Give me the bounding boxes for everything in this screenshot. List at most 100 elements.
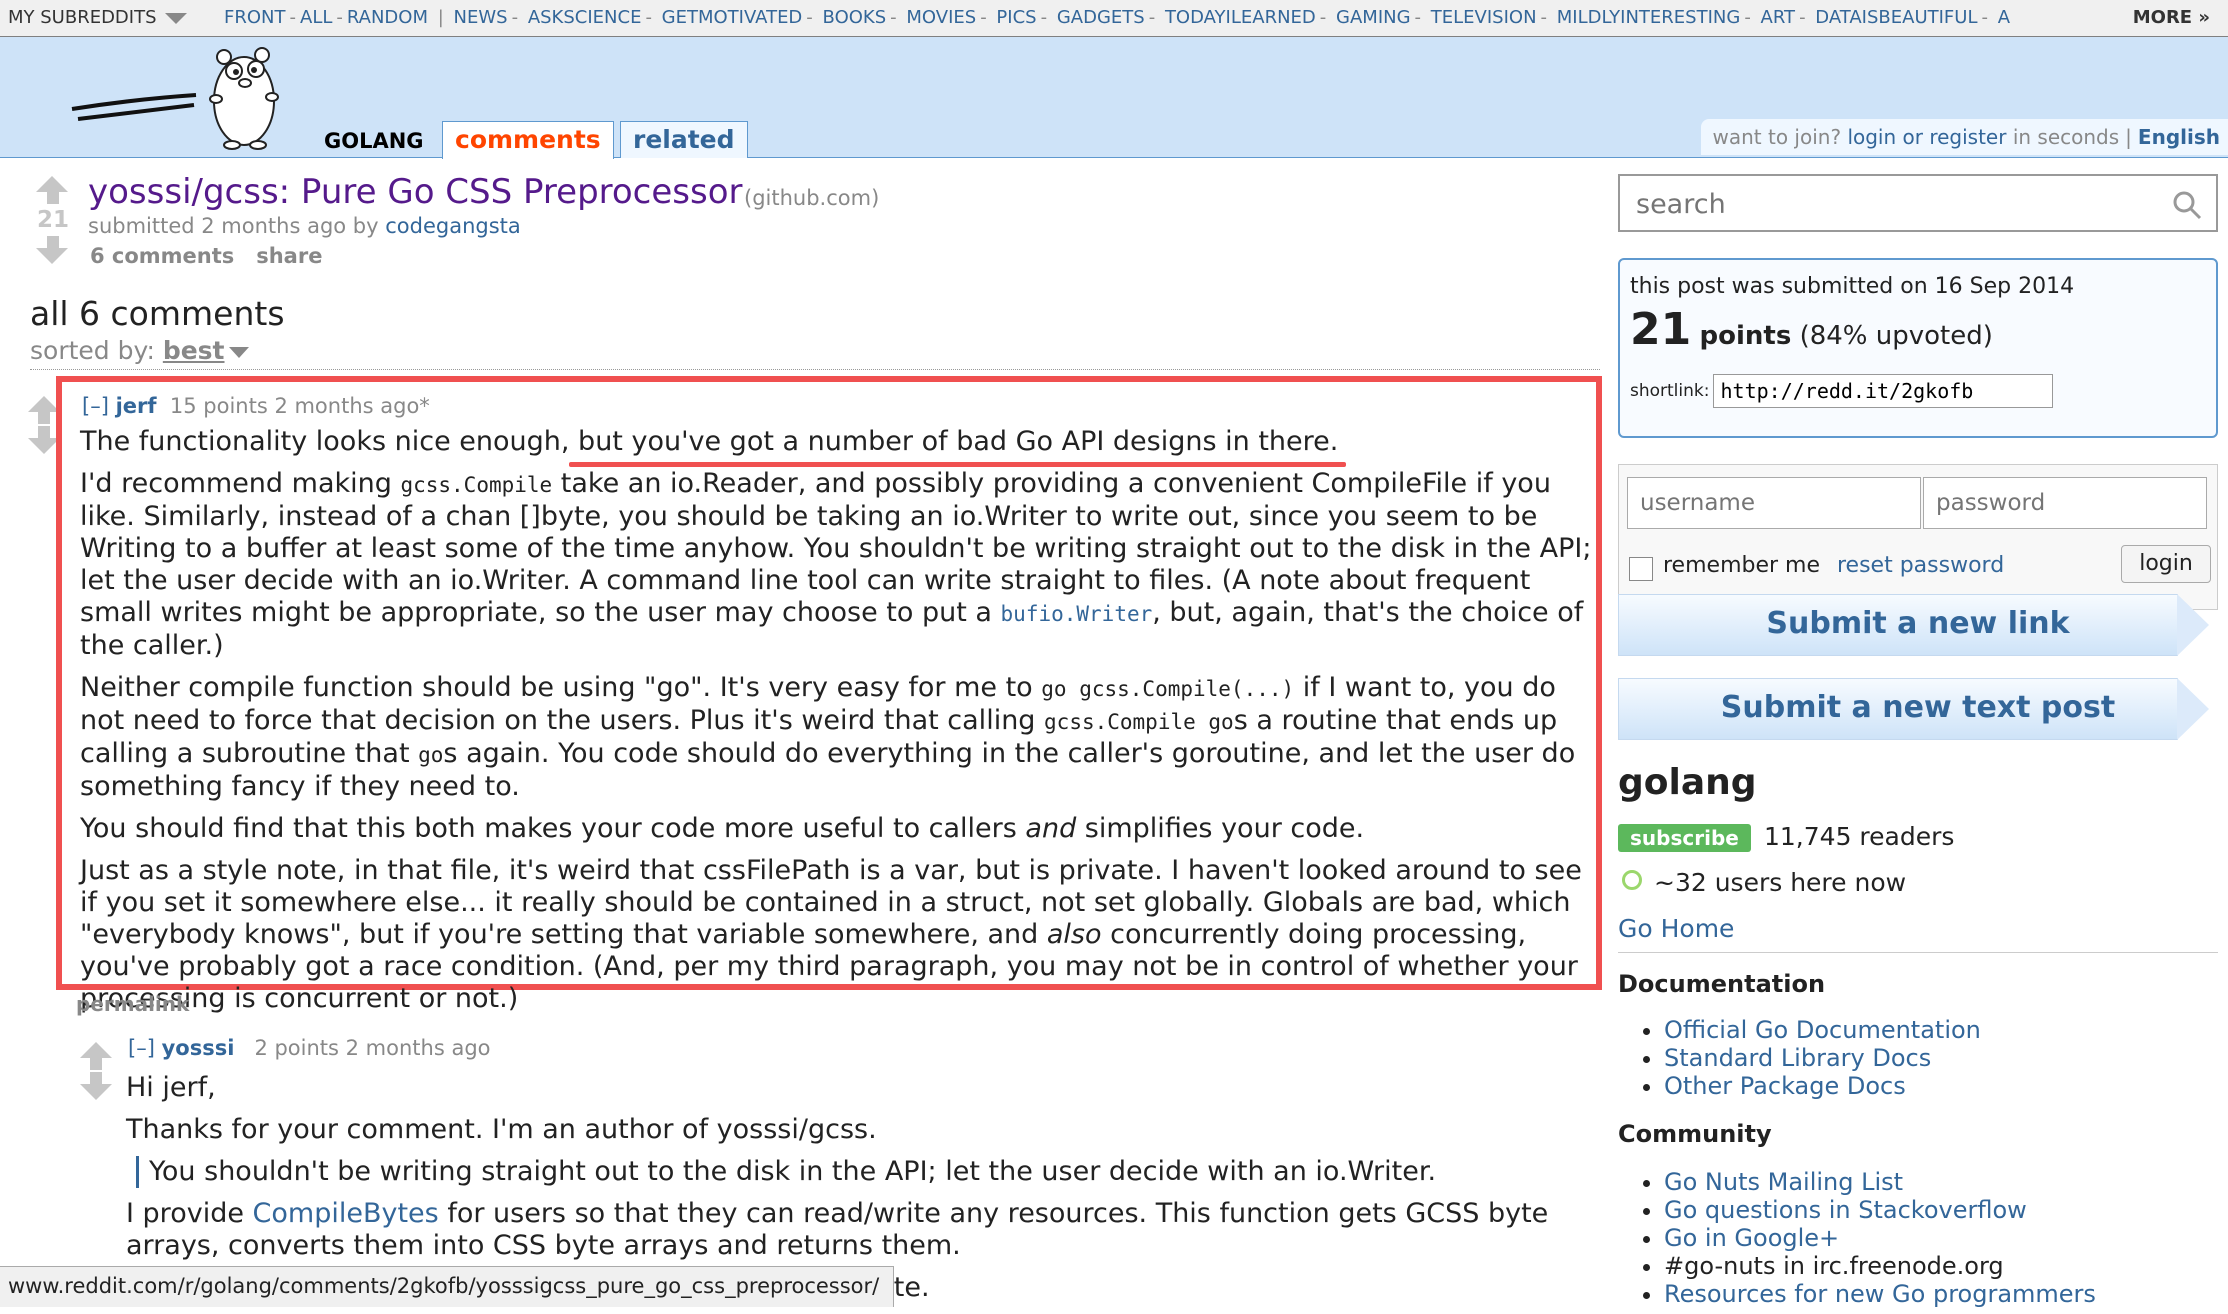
- share-link[interactable]: share: [256, 244, 322, 268]
- downvote-arrow-icon[interactable]: [36, 248, 68, 264]
- points-word: points: [1700, 321, 1792, 351]
- community-list: Go Nuts Mailing List Go questions in Sta…: [1664, 1168, 2096, 1308]
- shortlink-label: shortlink:: [1630, 381, 1709, 401]
- submit-text-post-button[interactable]: Submit a new text post: [1618, 678, 2218, 740]
- documentation-link[interactable]: Official Go Documentation: [1664, 1016, 1981, 1044]
- documentation-link[interactable]: Other Package Docs: [1664, 1072, 1906, 1100]
- all-link[interactable]: ALL: [300, 7, 332, 28]
- submit-link-button[interactable]: Submit a new link: [1618, 594, 2218, 656]
- subreddit-link[interactable]: MOVIES: [906, 7, 976, 28]
- chevron-down-icon: [165, 13, 187, 24]
- reset-password-link[interactable]: reset password: [1837, 553, 2004, 578]
- browser-status-url: www.reddit.com/r/golang/comments/2gkofb/…: [0, 1266, 894, 1307]
- downvote-stem: [38, 426, 50, 438]
- community-link[interactable]: Resources for new Go programmers: [1664, 1280, 2096, 1308]
- post-info-box: this post was submitted on 16 Sep 2014 2…: [1618, 258, 2218, 438]
- collapse-toggle[interactable]: [–]: [82, 394, 109, 418]
- permalink-link[interactable]: permalink: [76, 992, 189, 1016]
- subreddit-link[interactable]: NEWS: [454, 7, 508, 28]
- front-link[interactable]: FRONT: [224, 7, 286, 28]
- search-input[interactable]: [1634, 188, 2158, 221]
- subreddit-link[interactable]: BOOKS: [823, 7, 887, 28]
- tab-related[interactable]: related: [620, 121, 748, 158]
- underlined-text: but you've got a number of bad Go API de…: [569, 426, 1338, 457]
- community-link[interactable]: Go Nuts Mailing List: [1664, 1168, 1903, 1196]
- login-register-link[interactable]: login or register: [1847, 125, 2006, 149]
- submitted-date: this post was submitted on 16 Sep 2014: [1630, 274, 2074, 299]
- sort-dropdown[interactable]: best: [163, 336, 225, 365]
- language-link[interactable]: English: [2138, 125, 2220, 149]
- upvote-arrow-icon[interactable]: [80, 1042, 112, 1058]
- subreddit-link[interactable]: DATAISBEAUTIFUL: [1815, 7, 1977, 28]
- sidebar-subreddit-title[interactable]: golang: [1618, 762, 1757, 803]
- comment-author-link[interactable]: jerf: [116, 394, 157, 418]
- points-number: 21: [1630, 304, 1691, 355]
- username-field[interactable]: [1627, 477, 1921, 529]
- subreddit-link[interactable]: A: [1998, 7, 2010, 28]
- documentation-heading: Documentation: [1618, 970, 1825, 998]
- community-link[interactable]: Go in Google+: [1664, 1224, 1839, 1252]
- comment-meta: 15 points 2 months ago*: [170, 394, 430, 418]
- in-seconds-text: in seconds: [2013, 125, 2119, 149]
- collapse-toggle[interactable]: [–]: [128, 1036, 155, 1060]
- search-icon[interactable]: [2172, 190, 2202, 220]
- comments-count-link[interactable]: 6 comments: [90, 244, 234, 268]
- gopher-logo[interactable]: [66, 37, 302, 155]
- downvote-stem: [47, 236, 59, 248]
- upvote-stem: [90, 1058, 102, 1070]
- go-home-link[interactable]: Go Home: [1618, 914, 1734, 943]
- login-button[interactable]: login: [2121, 545, 2211, 583]
- subreddit-link[interactable]: TODAYILEARNED: [1165, 7, 1316, 28]
- top-subreddit-bar: MY SUBREDDITS FRONT-ALL-RANDOM | NEWS- A…: [0, 0, 2228, 37]
- inline-code: gcss.Compile: [400, 473, 552, 497]
- random-link[interactable]: RANDOM: [347, 7, 428, 28]
- subreddit-link[interactable]: ASKSCIENCE: [528, 7, 642, 28]
- subreddit-name-link[interactable]: GOLANG: [324, 129, 424, 153]
- online-status-icon: [1622, 870, 1642, 890]
- compilebytes-link[interactable]: CompileBytes: [253, 1198, 439, 1229]
- sort-control: sorted by: best: [30, 336, 1600, 370]
- comment-author-link[interactable]: yosssi: [162, 1036, 235, 1060]
- sorted-by-label: sorted by:: [30, 336, 155, 365]
- more-subreddits-link[interactable]: MORE »: [2119, 0, 2228, 36]
- shortlink-input[interactable]: [1713, 374, 2053, 408]
- comment-text: I'd recommend making: [80, 468, 400, 499]
- subscribe-button[interactable]: subscribe: [1618, 824, 1751, 852]
- chevron-down-icon[interactable]: [229, 347, 249, 358]
- remember-me-checkbox[interactable]: [1629, 557, 1653, 581]
- upvote-arrow-icon[interactable]: [36, 176, 68, 192]
- documentation-list: Official Go Documentation Standard Libra…: [1664, 1016, 1981, 1100]
- community-link[interactable]: Go questions in Stackoverflow: [1664, 1196, 2027, 1224]
- subreddit-link[interactable]: PICS: [996, 7, 1036, 28]
- subreddit-link[interactable]: GETMOTIVATED: [662, 7, 803, 28]
- comment-text: simplifies your code.: [1076, 813, 1364, 844]
- documentation-link[interactable]: Standard Library Docs: [1664, 1044, 1931, 1072]
- comment-text: Hi jerf,: [126, 1072, 1576, 1104]
- subreddit-link[interactable]: TELEVISION: [1431, 7, 1537, 28]
- password-field[interactable]: [1923, 477, 2207, 529]
- user-bar: want to join? login or register in secon…: [1701, 119, 2228, 155]
- search-box: [1618, 174, 2218, 232]
- subreddit-link[interactable]: MILDLYINTERESTING: [1557, 7, 1741, 28]
- inline-code: go gcss.Compile(...): [1041, 677, 1294, 701]
- post-vote: 21: [36, 176, 70, 264]
- tab-comments[interactable]: comments: [442, 121, 614, 159]
- my-subreddits-dropdown[interactable]: MY SUBREDDITS: [8, 0, 187, 36]
- comment-text: You should find that this both makes you…: [80, 813, 1025, 844]
- post-domain[interactable]: (github.com): [744, 186, 879, 210]
- quote: You shouldn't be writing straight out to…: [136, 1156, 1576, 1188]
- subreddit-link[interactable]: GADGETS: [1057, 7, 1145, 28]
- post-score: 21: [36, 207, 70, 233]
- bufio-writer-link[interactable]: bufio.Writer: [1001, 602, 1153, 626]
- submit-link-label: Submit a new link: [1618, 606, 2218, 641]
- downvote-arrow-icon[interactable]: [80, 1084, 112, 1100]
- subreddit-link[interactable]: GAMING: [1336, 7, 1411, 28]
- post-author-link[interactable]: codegangsta: [385, 214, 521, 238]
- post-title-link[interactable]: yosssi/gcss: Pure Go CSS Preprocessor: [88, 172, 743, 212]
- comment-text: Thanks for your comment. I'm an author o…: [126, 1114, 1576, 1146]
- subreddit-header: GOLANG comments related want to join? lo…: [0, 37, 2228, 158]
- shortlink-row: shortlink:: [1630, 374, 2053, 408]
- comment-text: Neither compile function should be using…: [80, 672, 1041, 703]
- subreddit-link[interactable]: ART: [1761, 7, 1796, 28]
- comment-text: The functionality looks nice enough,: [80, 426, 569, 457]
